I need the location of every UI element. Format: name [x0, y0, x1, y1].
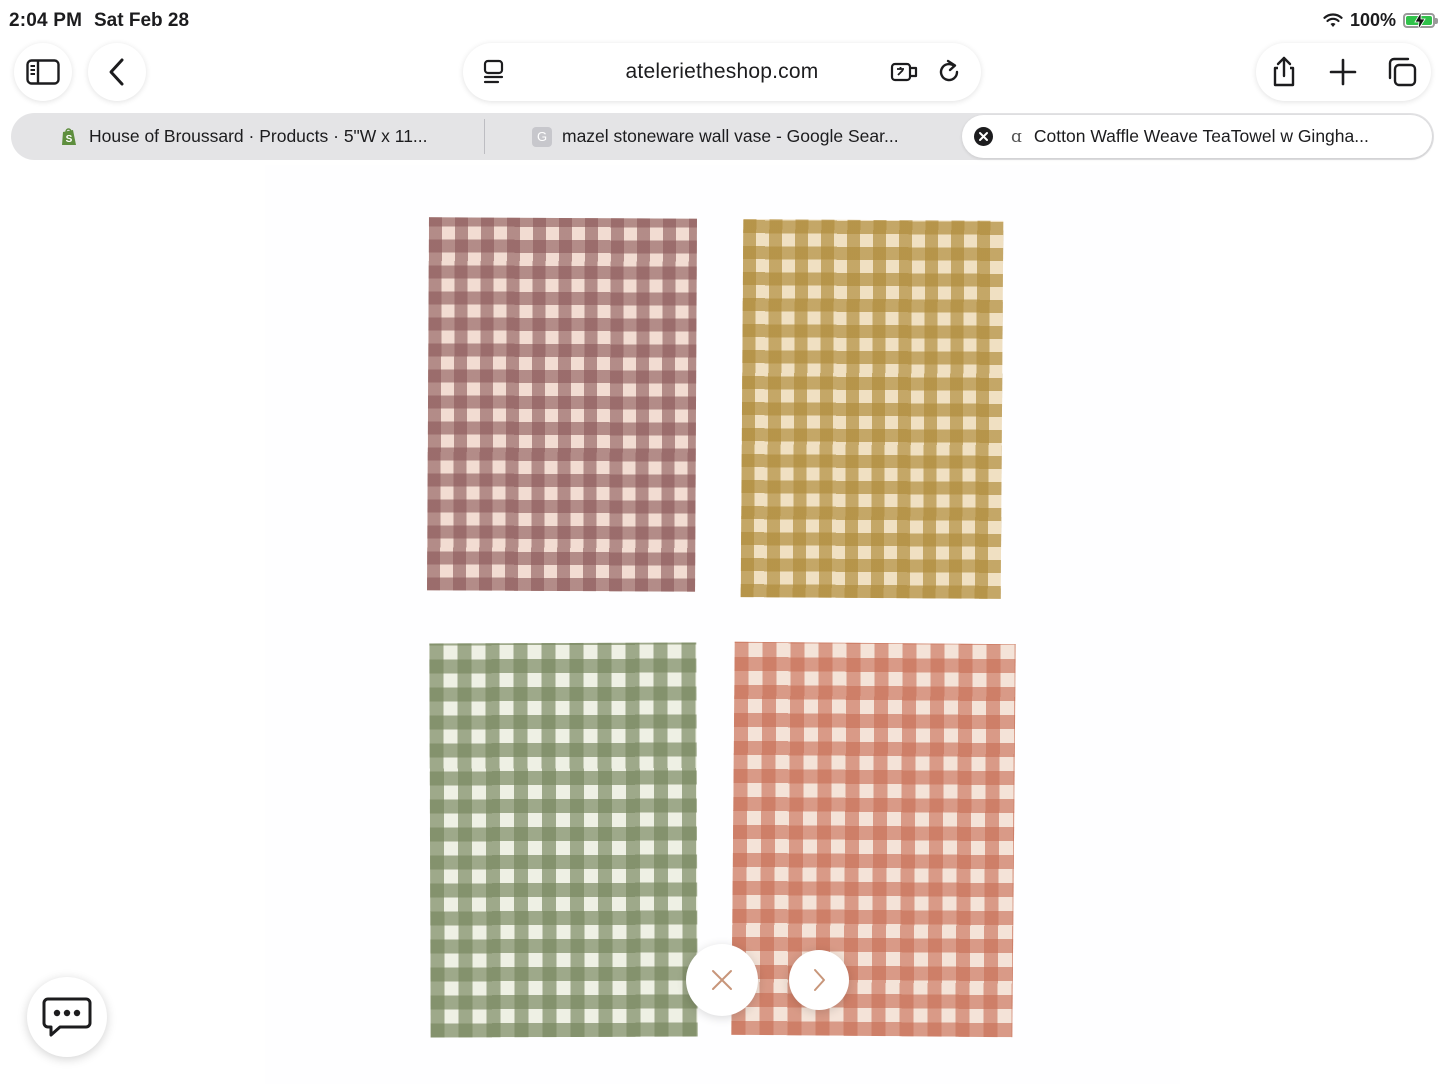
sage-gingham-towel: [429, 642, 698, 1038]
next-image-button[interactable]: [789, 950, 849, 1010]
terracotta-gingham-towel: [731, 641, 1016, 1038]
wifi-icon: [1323, 12, 1343, 27]
battery-percent: 100%: [1349, 10, 1396, 30]
chat-bubble-icon: [42, 997, 92, 1037]
close-tab-icon[interactable]: [974, 127, 993, 146]
toolbar-actions: [1256, 43, 1431, 101]
shopify-icon: S: [62, 127, 76, 145]
share-icon[interactable]: [1268, 56, 1300, 88]
tab-google-search[interactable]: G mazel stoneware wall vase - Google Sea…: [532, 113, 899, 160]
battery-icon: [1403, 12, 1438, 30]
mauve-gingham-towel: [427, 217, 697, 592]
tab-cotton-waffle-towel[interactable]: ɑ Cotton Waffle Weave TeaTowel w Gingha.…: [962, 115, 1432, 158]
sidebar-toggle-button[interactable]: [14, 43, 72, 101]
svg-text:S: S: [66, 134, 73, 145]
close-gallery-button[interactable]: [686, 944, 758, 1016]
chevron-left-icon: [109, 58, 124, 86]
chat-button[interactable]: [27, 977, 107, 1057]
google-icon: G: [532, 126, 552, 147]
tab-title: Cotton Waffle Weave TeaTowel w Gingha...: [1033, 126, 1369, 146]
status-time: 2:04 PM: [9, 10, 83, 31]
back-button[interactable]: [88, 43, 146, 101]
address-bar[interactable]: atelerietheshop.com: [463, 43, 981, 101]
reader-translate-icon[interactable]: [890, 58, 918, 86]
reload-icon[interactable]: [935, 58, 963, 86]
tab-separator: [484, 119, 485, 154]
status-bar: 2:04 PM Sat Feb 28 100%: [0, 0, 1445, 42]
status-date: Sat Feb 28: [94, 10, 190, 31]
status-indicators: 100%: [1323, 10, 1438, 31]
chevron-right-icon: [814, 969, 825, 991]
tab-overview-icon[interactable]: [1386, 56, 1418, 88]
tab-title: mazel stoneware wall vase - Google Sear.…: [562, 126, 899, 146]
mustard-gingham-towel: [740, 219, 1004, 599]
sidebar-icon: [26, 59, 60, 85]
close-icon: [712, 970, 732, 990]
tab-house-of-broussard[interactable]: S House of Broussard · Products · 5"W x …: [59, 113, 428, 160]
tab-bar: S House of Broussard · Products · 5"W x …: [11, 113, 1434, 160]
new-tab-icon[interactable]: [1327, 56, 1359, 88]
tab-title: House of Broussard · Products · 5"W x 11…: [89, 126, 428, 146]
atelerie-icon: ɑ: [1011, 126, 1022, 147]
